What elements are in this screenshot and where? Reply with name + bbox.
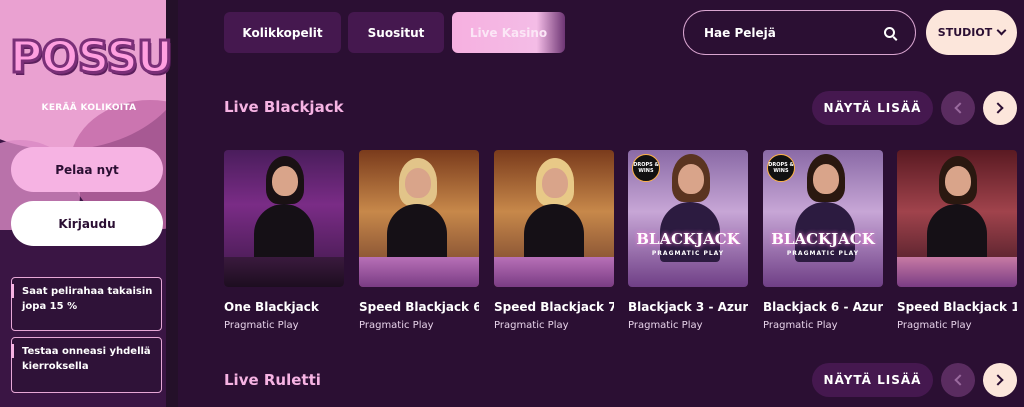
game-card[interactable]: Speed Blackjack 6 - ... Pragmatic Play (359, 150, 479, 331)
sidebar: POSSU KERÄÄ KOLIKOITA Pelaa nyt Kirjaudu… (0, 0, 178, 407)
game-title[interactable]: Blackjack 6 - Azure (763, 300, 883, 314)
game-thumbnail[interactable]: DROPS & WINS BLACKJACK PRAGMATIC PLAY (763, 150, 883, 287)
tab-slots[interactable]: Kolikkopelit (224, 12, 341, 53)
chevron-left-icon (954, 102, 966, 114)
game-title[interactable]: Speed Blackjack 6 - ... (359, 300, 479, 314)
chevron-right-icon (992, 374, 1004, 386)
show-more-button[interactable]: NÄYTÄ LISÄÄ (812, 363, 933, 397)
game-art-title: BLACKJACK (636, 230, 740, 248)
promo-cashback[interactable]: Saat pelirahaa takaisin jopa 15 % (11, 277, 162, 331)
promo-text: Testaa onneasi yhdellä kierroksella (22, 346, 151, 372)
game-provider: Pragmatic Play (224, 320, 299, 331)
game-title[interactable]: Speed Blackjack 1 - ... (897, 300, 1017, 314)
login-button[interactable]: Kirjaudu (11, 201, 163, 246)
game-card[interactable]: DROPS & WINS BLACKJACK PRAGMATIC PLAY Bl… (763, 150, 883, 331)
game-thumbnail[interactable]: DROPS & WINS BLACKJACK PRAGMATIC PLAY (628, 150, 748, 287)
promo-text: Saat pelirahaa takaisin jopa 15 % (22, 286, 153, 312)
carousel-next-button[interactable] (983, 363, 1017, 397)
chevron-left-icon (954, 374, 966, 386)
chevron-right-icon (992, 102, 1004, 114)
brand-tagline: KERÄÄ KOLIKOITA (41, 103, 137, 113)
carousel-next-button[interactable] (983, 91, 1017, 125)
game-title[interactable]: Speed Blackjack 7 - ... (494, 300, 614, 314)
game-card[interactable]: Speed Blackjack 1 - ... Pragmatic Play (897, 150, 1017, 331)
search-icon[interactable] (884, 27, 895, 38)
search-input[interactable]: Hae Pelejä (683, 10, 916, 55)
game-thumbnail[interactable] (494, 150, 614, 287)
show-more-button[interactable]: NÄYTÄ LISÄÄ (812, 91, 933, 125)
studios-label: STUDIOT (937, 26, 993, 39)
play-now-button[interactable]: Pelaa nyt (11, 147, 163, 192)
game-card[interactable]: One Blackjack Pragmatic Play (224, 150, 344, 331)
game-art-subtitle: PRAGMATIC PLAY (651, 250, 725, 257)
game-provider: Pragmatic Play (494, 320, 569, 331)
drops-and-wins-badge: DROPS & WINS (767, 154, 795, 182)
game-thumbnail[interactable] (897, 150, 1017, 287)
game-art-title: BLACKJACK (771, 230, 875, 248)
game-thumbnail[interactable] (224, 150, 344, 287)
tab-popular[interactable]: Suositut (348, 12, 444, 53)
tab-live-casino[interactable]: Live Kasino (452, 12, 565, 53)
brand-logo[interactable]: POSSU (9, 31, 175, 85)
game-title[interactable]: One Blackjack (224, 300, 344, 314)
game-card[interactable]: DROPS & WINS BLACKJACK PRAGMATIC PLAY Bl… (628, 150, 748, 331)
section-title-live-blackjack: Live Blackjack (224, 98, 344, 116)
drops-and-wins-badge: DROPS & WINS (632, 154, 660, 182)
game-title[interactable]: Blackjack 3 - Azure (628, 300, 748, 314)
game-provider: Pragmatic Play (359, 320, 434, 331)
chevron-down-icon (996, 25, 1007, 36)
promo-spin[interactable]: Testaa onneasi yhdellä kierroksella (11, 337, 162, 393)
game-provider: Pragmatic Play (628, 320, 703, 331)
game-art-subtitle: PRAGMATIC PLAY (786, 250, 860, 257)
game-provider: Pragmatic Play (897, 320, 972, 331)
game-thumbnail[interactable] (359, 150, 479, 287)
studios-dropdown[interactable]: STUDIOT (926, 10, 1017, 55)
carousel-prev-button[interactable] (941, 91, 975, 125)
search-placeholder: Hae Pelejä (704, 25, 776, 40)
game-provider: Pragmatic Play (763, 320, 838, 331)
game-card[interactable]: Speed Blackjack 7 - ... Pragmatic Play (494, 150, 614, 331)
section-title-live-roulette: Live Ruletti (224, 371, 321, 389)
carousel-prev-button[interactable] (941, 363, 975, 397)
